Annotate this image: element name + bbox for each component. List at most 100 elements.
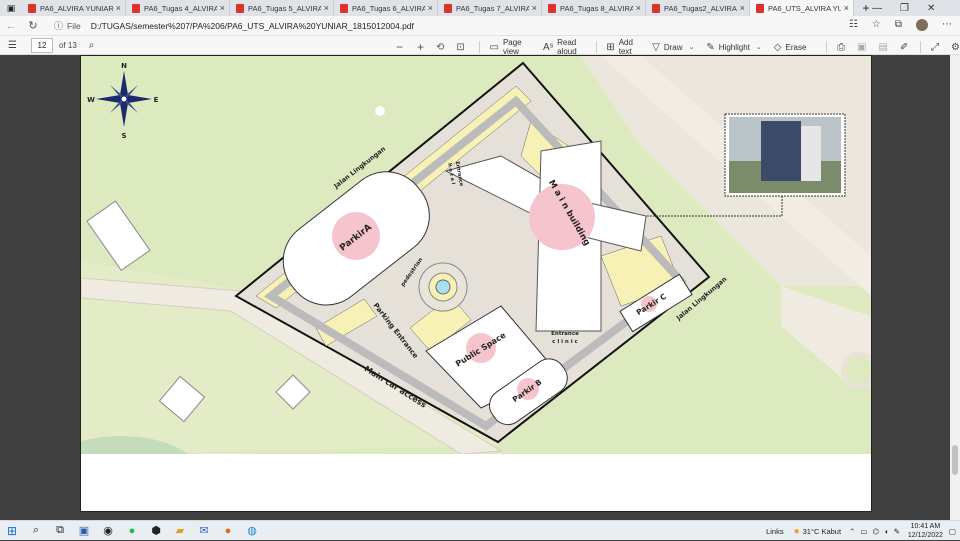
settings-gear-icon[interactable]: ⚙	[951, 42, 960, 53]
close-tab-icon[interactable]: ×	[636, 3, 641, 13]
contents-icon[interactable]: ☰	[8, 40, 17, 51]
tab-actions-icon[interactable]: ▣	[0, 0, 22, 16]
draw-icon: ▽	[652, 41, 660, 53]
close-tab-icon[interactable]: ×	[220, 3, 225, 13]
tab-5[interactable]: PA6_Tugas 8_ALVIRA YUNI×	[542, 0, 646, 16]
refresh-icon[interactable]: ↻	[22, 19, 44, 32]
draw-chevron-down-icon[interactable]: ⌄	[689, 43, 695, 51]
volume-icon[interactable]: ◖	[884, 527, 889, 536]
print-icon[interactable]: ⎙	[837, 42, 845, 53]
read-aloud-button[interactable]: A͏ˢ Read aloud	[543, 38, 580, 56]
tab-1[interactable]: PA6_Tugas 4_ALVIRA YUNI×	[126, 0, 230, 16]
tab-2[interactable]: PA6_Tugas 5_ALVIRA YUNI×	[230, 0, 334, 16]
tab-3[interactable]: PA6_Tugas 6_ALVIRA YUNI×	[334, 0, 438, 16]
clock[interactable]: 10:41 AM 12/12/2022	[908, 522, 943, 540]
url-text: D:/TUGAS/semester%207/PA%206/PA6_UTS_ALV…	[90, 20, 414, 31]
links-toolbar[interactable]: Links	[766, 527, 784, 536]
highlight-icon: ✎	[706, 41, 715, 53]
zoom-out-icon[interactable]: −	[396, 40, 403, 54]
windows-start-icon[interactable]: ⊞	[0, 521, 24, 541]
close-tab-icon[interactable]: ×	[428, 3, 433, 13]
page-total: of 13	[58, 40, 77, 50]
fountain	[435, 279, 451, 295]
read-mode-icon[interactable]: ☷	[849, 19, 858, 31]
zoom-in-icon[interactable]: +	[417, 40, 424, 54]
entrance-clinic-label-2: c l i n i c	[552, 339, 578, 345]
search-icon[interactable]: ⌕	[24, 521, 48, 541]
page-view-button[interactable]: ▭ Page view	[489, 38, 523, 56]
separator	[826, 41, 828, 53]
edge-icon[interactable]: ◍	[240, 521, 264, 541]
read-aloud-icon: A͏ˢ	[543, 41, 554, 53]
tab-4[interactable]: PA6_Tugas 7_ALVIRA YUNI×	[438, 0, 542, 16]
firefox-icon[interactable]: ●	[216, 521, 240, 541]
compass-south: S	[121, 132, 126, 140]
building-photo-side	[801, 126, 821, 181]
close-tab-icon[interactable]: ×	[740, 3, 745, 13]
highlight-chevron-down-icon[interactable]: ⌄	[756, 43, 762, 51]
tray-chevron-up-icon[interactable]: ⌃	[849, 527, 855, 536]
weather-text[interactable]: 31°C Kabut	[803, 527, 841, 536]
mail-icon[interactable]: ✉	[192, 521, 216, 541]
separator	[595, 41, 597, 53]
network-icon[interactable]: ⌬	[872, 527, 879, 536]
compass-west: W	[87, 96, 95, 104]
store-icon[interactable]: ▣	[72, 521, 96, 541]
pdf-icon	[340, 3, 348, 13]
add-text-icon: ⊞	[606, 41, 615, 53]
system-tray: Links ● 31°C Kabut ⌃ ▭ ⌬ ◖ ✎ 10:41 AM 12…	[766, 521, 960, 541]
tray-icon-1[interactable]: ▭	[860, 527, 867, 536]
tab-7-active[interactable]: PA6_UTS_ALVIRA YUNIAR_×	[750, 0, 854, 16]
search-icon[interactable]: ⌕	[89, 40, 95, 51]
restore-icon[interactable]: ❐	[900, 3, 909, 14]
highlight-button[interactable]: ✎ Highlight	[706, 42, 750, 53]
expand-icon[interactable]: ⤢	[931, 42, 939, 53]
address-bar-row: ← ↻ ⓘ File D:/TUGAS/semester%207/PA%206/…	[0, 16, 960, 36]
close-tab-icon[interactable]: ×	[324, 3, 329, 13]
app-icon-1[interactable]: ◉	[96, 521, 120, 541]
erase-button[interactable]: ◇ Erase	[774, 42, 807, 53]
save-icon[interactable]: ▣	[857, 42, 866, 53]
rotate-icon[interactable]: ⟲	[436, 42, 444, 53]
annotate-icon[interactable]: ✐	[900, 42, 908, 53]
page-number-input[interactable]: 12	[30, 37, 53, 53]
collections-icon[interactable]: ⧉	[895, 19, 902, 31]
page-view-icon: ▭	[489, 41, 499, 53]
separator	[478, 41, 480, 53]
small-circle	[375, 106, 385, 116]
favorite-icon[interactable]: ☆	[872, 19, 881, 31]
eraser-icon: ◇	[773, 41, 782, 53]
pdf-viewer[interactable]: ParkirA M a i n building Public Space Pa…	[0, 55, 960, 520]
close-tab-icon[interactable]: ×	[844, 3, 849, 13]
building-photo-tower	[761, 121, 801, 181]
pdf-icon	[652, 3, 660, 13]
file-explorer-icon[interactable]: ▰	[168, 521, 192, 541]
add-text-button[interactable]: ⊞ Add text	[606, 38, 634, 56]
spotify-icon[interactable]: ●	[120, 521, 144, 541]
close-tab-icon[interactable]: ×	[116, 3, 121, 13]
pdf-page: ParkirA M a i n building Public Space Pa…	[80, 55, 872, 512]
avatar[interactable]	[916, 19, 928, 31]
pen-icon[interactable]: ✎	[894, 527, 900, 536]
pdf-icon	[132, 3, 140, 13]
pdf-icon	[28, 3, 36, 13]
tab-6[interactable]: PA6_Tugas2_ALVIRA YUNI×	[646, 0, 750, 16]
app-icon-2[interactable]: ⬢	[144, 521, 168, 541]
pdf-toolbar: ☰ 12 of 13 ⌕ − + ⟲ ⊡ ▭ Page view A͏ˢ Read …	[0, 36, 960, 56]
roundabout-right	[840, 351, 871, 389]
separator	[920, 41, 922, 53]
task-view-icon[interactable]: ⧉	[48, 521, 72, 541]
fit-page-icon[interactable]: ⊡	[456, 42, 464, 53]
close-window-icon[interactable]: ✕	[927, 3, 935, 14]
vertical-scrollbar[interactable]	[950, 55, 960, 520]
tab-0[interactable]: PA6_ALVIRA YUNIAR_1815×	[22, 0, 126, 16]
draw-button[interactable]: ▽ Draw	[652, 42, 682, 53]
minimize-icon[interactable]: —	[872, 3, 882, 14]
back-icon[interactable]: ←	[0, 20, 22, 32]
close-tab-icon[interactable]: ×	[532, 3, 537, 13]
more-icon[interactable]: ⋯	[942, 19, 952, 31]
save-as-icon[interactable]: ▤	[879, 42, 888, 53]
scrollbar-thumb[interactable]	[952, 445, 958, 475]
notification-icon[interactable]: ▢	[949, 527, 956, 536]
address-field[interactable]: ⓘ File D:/TUGAS/semester%207/PA%206/PA6_…	[54, 19, 414, 32]
